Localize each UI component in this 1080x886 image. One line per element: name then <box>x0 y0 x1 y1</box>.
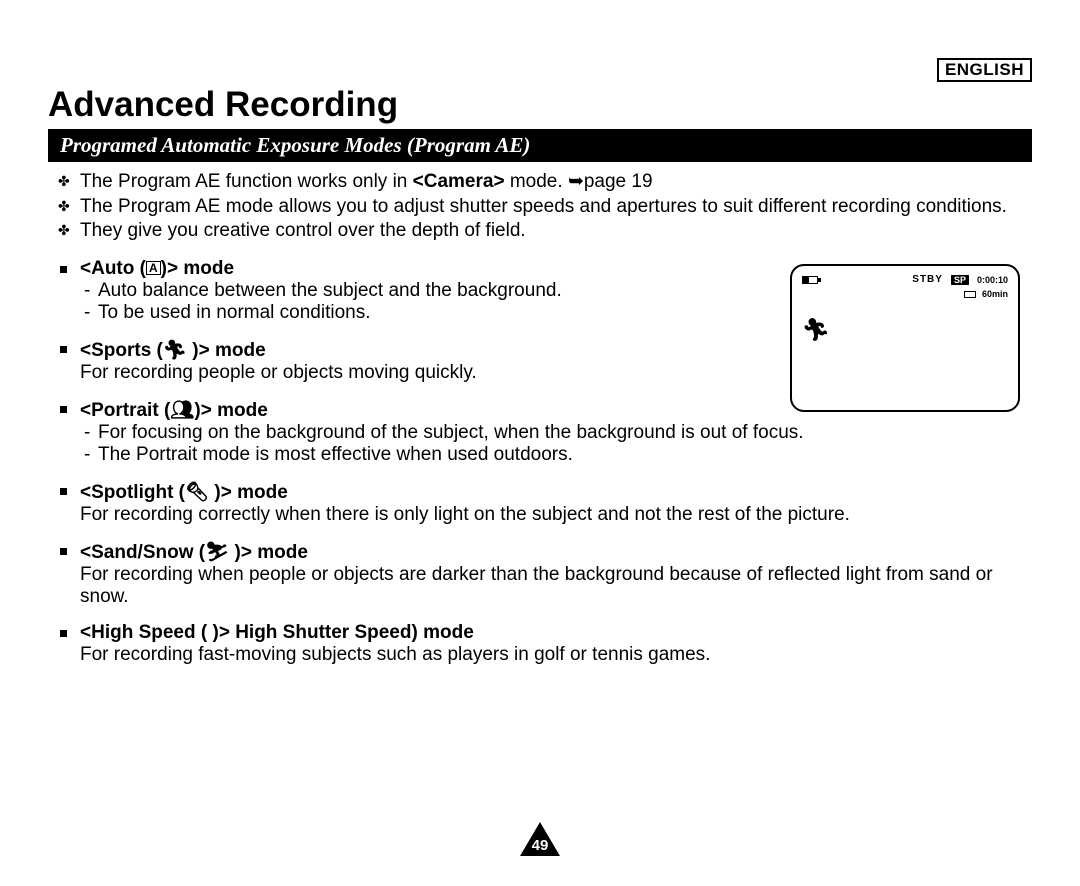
sandsnow-icon: ⛷︎ <box>205 542 229 563</box>
language-badge: ENGLISH <box>937 58 1032 82</box>
arrow-icon: ➥ <box>568 171 584 192</box>
mode-sports-title-a: <Sports ( <box>80 340 163 361</box>
mode-auto-desc-2: To be used in normal conditions. <box>98 302 742 324</box>
intro-line-3: They give you creative control over the … <box>80 219 1032 244</box>
mode-highspeed-title: <High Speed ( )> High Shutter Speed) mod… <box>80 622 474 643</box>
mode-spotlight-title: <Spotlight (🔦︎ )> mode <box>80 482 288 503</box>
mode-auto-title-a: <Auto ( <box>80 258 146 279</box>
tape-icon <box>964 291 976 298</box>
mode-spotlight-desc: For recording correctly when there is on… <box>80 504 1032 526</box>
sports-icon: 🏃︎ <box>163 340 187 361</box>
intro-l1-text-a: The Program AE function works only in <box>80 171 413 192</box>
mode-auto-title: <Auto (A)> mode <box>80 258 234 279</box>
mode-spotlight: <Spotlight (🔦︎ )> mode For recording cor… <box>48 480 1032 526</box>
mode-sports-title: <Sports (🏃︎ )> mode <box>80 340 266 361</box>
lcd-sports-icon: 🏃︎ <box>802 317 1008 343</box>
intro-l1-camera: <Camera> <box>413 171 505 192</box>
mode-spotlight-title-a: <Spotlight ( <box>80 482 185 503</box>
mode-sandsnow-title-a: <Sand/Snow ( <box>80 542 205 563</box>
mode-portrait-title-b: )> mode <box>194 400 267 421</box>
mode-sandsnow: <Sand/Snow (⛷︎ )> mode For recording whe… <box>48 540 1032 608</box>
intro-l1-pageref: page 19 <box>584 171 653 192</box>
mode-portrait-desc-2: The Portrait mode is most effective when… <box>98 444 1032 466</box>
mode-portrait-title-a: <Portrait ( <box>80 400 170 421</box>
lcd-stby: STBY <box>912 274 943 285</box>
mode-auto-title-b: )> mode <box>161 258 234 279</box>
mode-spotlight-title-b: )> mode <box>209 482 288 503</box>
page-title: Advanced Recording <box>48 85 1032 125</box>
mode-sports-desc: For recording people or objects moving q… <box>80 362 742 384</box>
battery-icon <box>802 276 818 284</box>
section-heading: Programed Automatic Exposure Modes (Prog… <box>48 131 1032 162</box>
mode-highspeed-desc: For recording fast-moving subjects such … <box>80 644 1032 666</box>
intro-l1-text-c: mode. <box>505 171 568 192</box>
spotlight-icon: 🔦︎ <box>185 482 209 503</box>
intro-block: The Program AE function works only in <C… <box>48 170 1032 244</box>
mode-sandsnow-desc: For recording when people or objects are… <box>80 564 1032 608</box>
mode-auto-desc-1: Auto balance between the subject and the… <box>98 280 742 302</box>
page-number: 49 <box>528 837 552 854</box>
lcd-time: 0:00:10 <box>977 275 1008 285</box>
mode-sandsnow-title: <Sand/Snow (⛷︎ )> mode <box>80 542 308 563</box>
camera-lcd-preview: STBY SP 0:00:10 60min 🏃︎ <box>790 264 1020 412</box>
lcd-remain: 60min <box>982 289 1008 299</box>
lcd-sp: SP <box>951 275 969 285</box>
intro-line-1: The Program AE function works only in <C… <box>80 170 1032 195</box>
portrait-icon: 👥︎ <box>170 400 194 421</box>
mode-portrait-title: <Portrait (👥︎)> mode <box>80 400 268 421</box>
mode-portrait-desc-1: For focusing on the background of the su… <box>98 422 1032 444</box>
mode-highspeed: <High Speed ( )> High Shutter Speed) mod… <box>48 622 1032 666</box>
intro-line-2: The Program AE mode allows you to adjust… <box>80 195 1032 220</box>
auto-a-icon: A <box>146 261 161 275</box>
mode-sports-title-b: )> mode <box>187 340 266 361</box>
mode-sandsnow-title-b: )> mode <box>229 542 308 563</box>
